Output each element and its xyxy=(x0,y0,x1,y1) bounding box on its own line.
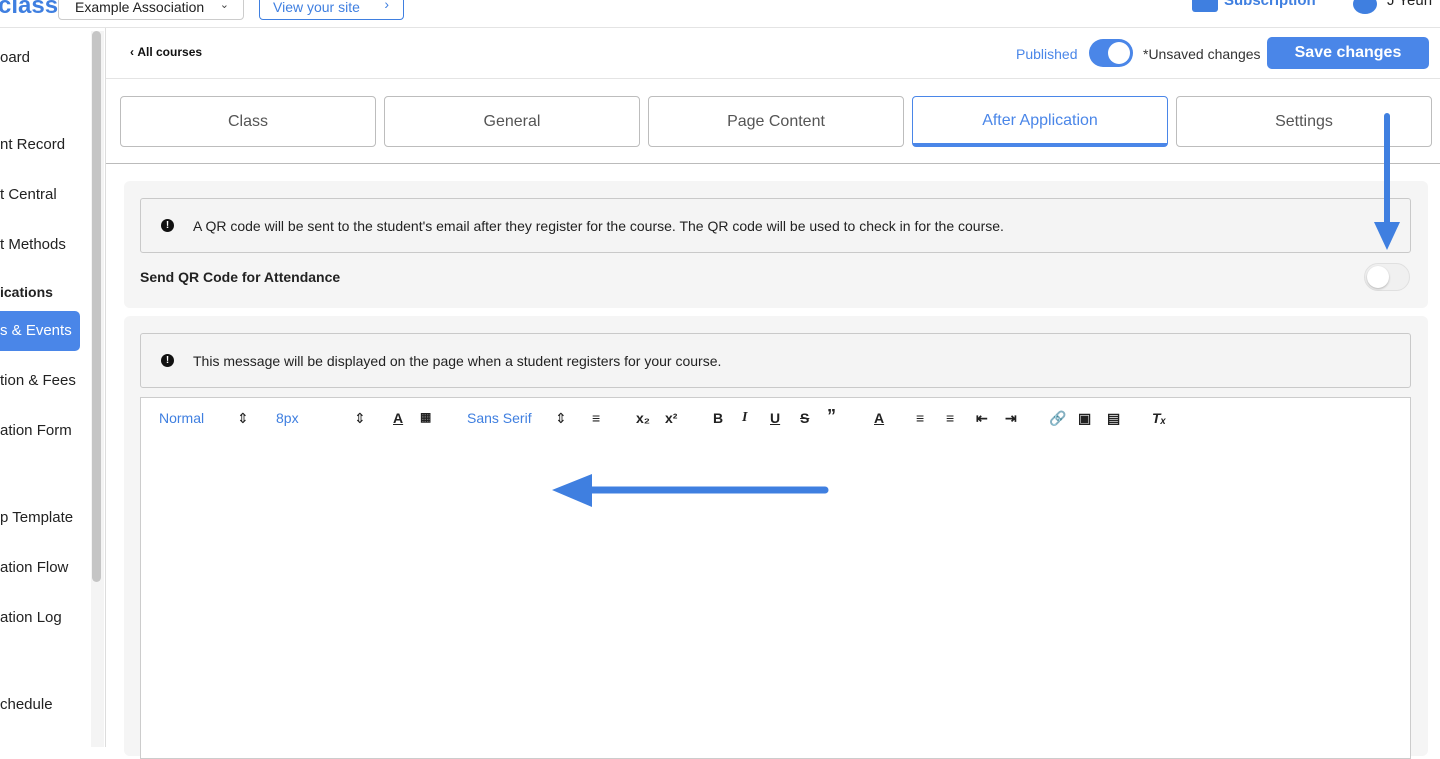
clear-format-icon[interactable]: Tₓ xyxy=(1152,410,1166,426)
size-select[interactable]: 8px xyxy=(276,410,299,426)
qr-info-box: ! A QR code will be sent to the student'… xyxy=(140,198,1411,253)
toggle-knob xyxy=(1367,266,1389,288)
italic-icon[interactable]: I xyxy=(742,410,747,426)
back-label: All courses xyxy=(137,45,203,59)
subscription-icon[interactable] xyxy=(1192,0,1218,12)
sidebar-section-applications: ications xyxy=(0,284,53,300)
sidebar-item-schedule[interactable]: chedule xyxy=(0,686,80,724)
subscription-link[interactable]: Subscription xyxy=(1224,0,1316,9)
organization-select-label: Example Association xyxy=(75,0,205,15)
save-changes-button[interactable]: Save changes xyxy=(1267,37,1429,69)
qr-attendance-toggle[interactable] xyxy=(1364,263,1410,291)
sidebar-item-classes-events[interactable]: s & Events xyxy=(0,311,80,351)
sidebar: oard nt Record t Central t Methods icati… xyxy=(0,28,104,747)
subscript-icon[interactable]: x₂ xyxy=(636,410,650,426)
published-label: Published xyxy=(1016,46,1078,62)
font-select[interactable]: Sans Serif xyxy=(467,410,532,426)
strikethrough-icon[interactable]: S xyxy=(800,410,809,426)
tabs-divider xyxy=(106,163,1440,164)
view-site-label: View your site xyxy=(273,0,360,15)
underline-icon[interactable]: U xyxy=(770,410,780,426)
message-editor[interactable] xyxy=(140,439,1411,759)
heading-select-arrows-icon: ⇕ xyxy=(237,410,249,426)
heading-select[interactable]: Normal xyxy=(159,410,204,426)
tab-page-content[interactable]: Page Content xyxy=(648,96,904,147)
toggle-knob xyxy=(1108,42,1130,64)
info-icon: ! xyxy=(161,219,174,232)
info-icon: ! xyxy=(161,354,174,367)
qr-info-text: A QR code will be sent to the student's … xyxy=(193,218,1004,234)
user-name[interactable]: J Yeun xyxy=(1387,0,1432,9)
outdent-icon[interactable]: ⇤ xyxy=(976,410,988,427)
qr-attendance-label: Send QR Code for Attendance xyxy=(140,269,341,285)
sidebar-scrollbar-thumb[interactable] xyxy=(92,31,101,582)
indent-icon[interactable]: ⇥ xyxy=(1005,410,1017,427)
message-info-text: This message will be displayed on the pa… xyxy=(193,353,722,369)
background-color-icon[interactable]: ▦ xyxy=(420,410,431,424)
sidebar-item-fees[interactable]: tion & Fees xyxy=(0,362,80,400)
top-bar: class Example Association ⌄ View your si… xyxy=(0,0,1440,28)
sidebar-item-template[interactable]: p Template xyxy=(0,499,80,537)
sidebar-item-payment-methods[interactable]: t Methods xyxy=(0,226,80,264)
tab-general[interactable]: General xyxy=(384,96,640,147)
user-avatar-icon[interactable] xyxy=(1353,0,1377,14)
chevron-down-icon: ⌄ xyxy=(219,0,229,11)
message-info-box: ! This message will be displayed on the … xyxy=(140,333,1411,388)
image-icon[interactable]: ▣ xyxy=(1078,410,1091,427)
chevron-right-icon: › xyxy=(384,0,389,12)
align-icon[interactable]: ≡ xyxy=(592,410,600,426)
sidebar-item-application-flow[interactable]: ation Flow xyxy=(0,549,80,587)
text-color-icon[interactable]: A xyxy=(874,410,884,426)
bold-icon[interactable]: B xyxy=(713,410,723,426)
unsaved-changes-status: *Unsaved changes xyxy=(1143,46,1261,62)
sidebar-item-student-record[interactable]: nt Record xyxy=(0,126,80,164)
back-to-courses-link[interactable]: ‹ All courses xyxy=(130,45,202,59)
bullet-list-icon[interactable]: ≡ xyxy=(946,410,954,426)
ordered-list-icon[interactable]: ≡ xyxy=(916,410,924,426)
sidebar-item-dashboard[interactable]: oard xyxy=(0,39,80,77)
tab-class[interactable]: Class xyxy=(120,96,376,147)
blockquote-icon[interactable]: ” xyxy=(827,406,836,427)
sidebar-item-application-form[interactable]: ation Form xyxy=(0,412,80,450)
link-icon[interactable]: 🔗 xyxy=(1049,410,1066,427)
font-color-icon[interactable]: A xyxy=(393,410,403,426)
font-select-arrows-icon: ⇕ xyxy=(555,410,567,426)
view-site-button[interactable]: View your site › xyxy=(259,0,404,20)
sidebar-item-central[interactable]: t Central xyxy=(0,176,80,214)
organization-select[interactable]: Example Association ⌄ xyxy=(58,0,244,20)
tab-after-application[interactable]: After Application xyxy=(912,96,1168,147)
editor-toolbar: Normal ⇕ 8px ⇕ A ▦ Sans Serif ⇕ ≡ x₂ x² … xyxy=(140,397,1411,440)
published-toggle[interactable] xyxy=(1089,39,1133,67)
size-select-arrows-icon: ⇕ xyxy=(354,410,366,426)
sidebar-divider xyxy=(105,28,106,747)
course-header: ‹ All courses Published *Unsaved changes… xyxy=(106,28,1440,79)
superscript-icon[interactable]: x² xyxy=(665,410,677,426)
app-logo[interactable]: class xyxy=(0,0,58,20)
video-icon[interactable]: ▤ xyxy=(1107,410,1120,427)
sidebar-item-application-log[interactable]: ation Log xyxy=(0,599,80,637)
tab-settings[interactable]: Settings xyxy=(1176,96,1432,147)
